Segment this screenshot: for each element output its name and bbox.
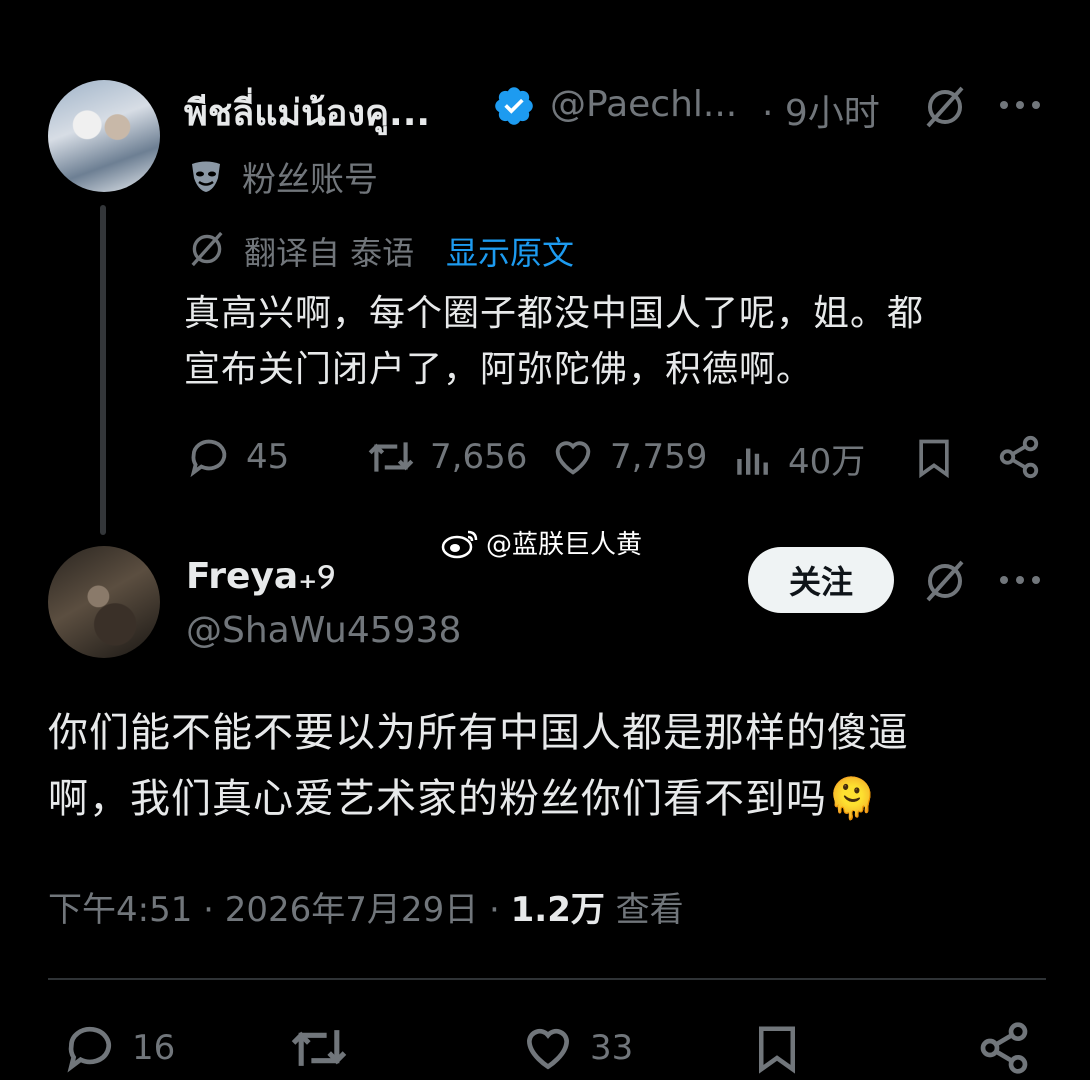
like-icon — [526, 1028, 570, 1070]
verified-badge-icon — [492, 84, 536, 128]
tweet-text: 真高兴啊，每个圈子都没中国人了呢，姐。都 宣布关门闭户了，阿弥陀佛，积德啊。 — [184, 286, 1064, 398]
tweet-text-line: 真高兴啊，每个圈子都没中国人了呢，姐。都 — [184, 293, 925, 334]
share-button[interactable] — [976, 1020, 1032, 1076]
reply-button[interactable]: 45 — [186, 434, 289, 480]
watermark-text: @蓝朕巨人黄 — [486, 530, 643, 560]
bookmark-icon — [919, 439, 949, 479]
handle[interactable]: @ShaWu45938 — [186, 610, 461, 651]
views-button[interactable]: 40万 — [732, 434, 865, 483]
follow-button[interactable]: 关注 — [748, 547, 894, 613]
reply-count: 16 — [132, 1028, 176, 1068]
tweet-text-line: 你们能不能不要以为所有中国人都是那样的傻逼 — [48, 710, 909, 756]
melting-face-emoji: 🫠 — [827, 776, 878, 822]
repost-button[interactable]: 7,656 — [366, 434, 527, 480]
bookmark-button[interactable] — [912, 434, 956, 482]
tweet-text-span: 啊，我们真心爱艺术家的粉丝你们看不到吗 — [48, 776, 827, 822]
avatar[interactable] — [48, 546, 160, 658]
avatar[interactable] — [48, 80, 160, 192]
views-icon — [737, 448, 768, 475]
timestamp[interactable]: · 9小时 — [762, 84, 880, 136]
show-original-link[interactable]: 显示原文 — [446, 228, 574, 274]
like-count: 33 — [590, 1028, 634, 1068]
views-count: 40万 — [788, 442, 866, 482]
repost-button[interactable] — [288, 1020, 364, 1076]
bookmark-button[interactable] — [750, 1020, 804, 1078]
weibo-icon — [441, 530, 478, 558]
handle[interactable]: @Paechl... — [550, 84, 737, 125]
bookmark-icon — [759, 1026, 795, 1074]
thread-connector — [100, 205, 106, 535]
fan-account-mask-icon — [186, 156, 226, 196]
repost-count: 7,656 — [430, 437, 528, 477]
post-timestamp[interactable]: 下午4:51 · 2026年7月29日 · — [48, 890, 511, 930]
divider — [48, 978, 1046, 980]
like-button[interactable]: 7,759 — [550, 434, 707, 480]
share-button[interactable] — [996, 434, 1042, 480]
tweet-text: 你们能不能不要以为所有中国人都是那样的傻逼 啊，我们真心爱艺术家的粉丝你们看不到… — [48, 700, 1058, 832]
weibo-watermark: @蓝朕巨人黄 — [440, 524, 642, 561]
like-button[interactable]: 33 — [520, 1020, 633, 1076]
translate-icon — [186, 228, 228, 270]
share-icon — [980, 1022, 1028, 1074]
more-options-icon[interactable] — [998, 98, 1042, 112]
translation-note: 翻译自 泰语 — [244, 234, 415, 272]
account-label: 粉丝账号 — [242, 160, 378, 200]
grok-icon[interactable] — [920, 82, 970, 132]
tweet-text-line: 啊，我们真心爱艺术家的粉丝你们看不到吗🫠 — [48, 766, 1058, 832]
reply-icon — [190, 439, 227, 478]
view-label: 查看 — [604, 890, 684, 930]
reply-count: 45 — [246, 437, 290, 477]
tweet-meta: 下午4:51 · 2026年7月29日 · 1.2万 查看 — [48, 882, 684, 931]
share-icon — [999, 435, 1039, 479]
more-options-icon[interactable] — [998, 573, 1042, 587]
display-name[interactable]: Freya₊୨ — [186, 556, 335, 598]
repost-icon — [291, 1030, 347, 1066]
reply-icon — [67, 1026, 111, 1073]
view-count: 1.2万 — [510, 890, 605, 930]
grok-icon[interactable] — [920, 556, 970, 606]
repost-icon — [368, 442, 414, 472]
like-count: 7,759 — [610, 437, 708, 477]
tweet-text-line: 宣布关门闭户了，阿弥陀佛，积德啊。 — [184, 349, 814, 390]
reply-button[interactable]: 16 — [62, 1020, 175, 1076]
like-icon — [555, 441, 591, 475]
display-name[interactable]: พีชลี่แม่น้องคู... — [184, 84, 430, 141]
